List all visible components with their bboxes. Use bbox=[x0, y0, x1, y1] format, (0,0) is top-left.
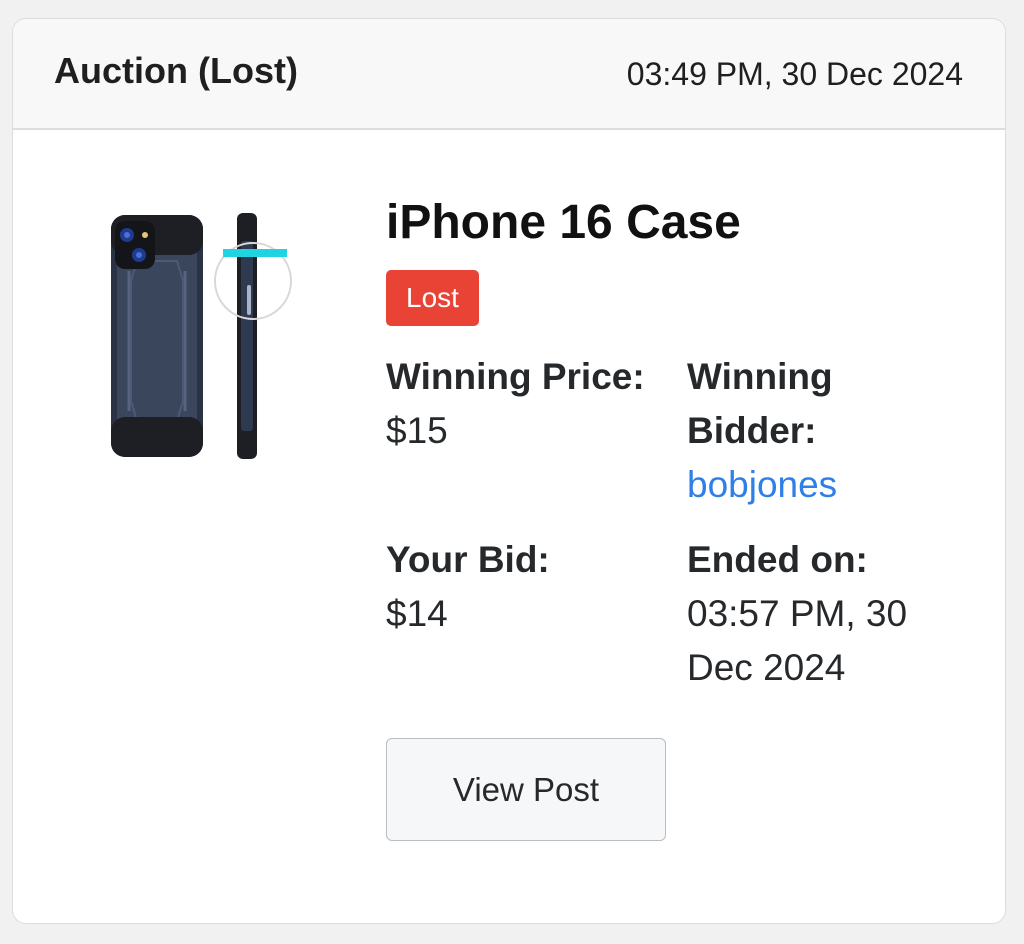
your-bid-field: Your Bid: $14 bbox=[386, 533, 656, 641]
item-title: iPhone 16 Case bbox=[386, 196, 741, 249]
winning-bidder-label: Winning Bidder: bbox=[687, 356, 833, 451]
winning-bidder-field: Winning Bidder: bobjones bbox=[687, 350, 957, 512]
ended-on-value: 03:57 PM, 30 Dec 2024 bbox=[687, 593, 908, 688]
winning-price-label: Winning Price: bbox=[386, 356, 645, 397]
status-badge: Lost bbox=[386, 270, 479, 326]
auction-status-title: Auction (Lost) bbox=[54, 50, 298, 91]
phone-case-image bbox=[111, 213, 292, 459]
winning-price-value: $15 bbox=[386, 410, 448, 451]
your-bid-label: Your Bid: bbox=[386, 539, 550, 580]
auction-card: Auction (Lost) 03:49 PM, 30 Dec 2024 iPh… bbox=[12, 18, 1006, 924]
ended-on-label: Ended on: bbox=[687, 539, 868, 580]
auction-timestamp: 03:49 PM, 30 Dec 2024 bbox=[626, 56, 963, 92]
winning-price-field: Winning Price: $15 bbox=[386, 350, 656, 458]
winning-bidder-link[interactable]: bobjones bbox=[687, 458, 957, 512]
your-bid-value: $14 bbox=[386, 593, 448, 634]
view-post-button[interactable]: View Post bbox=[386, 738, 666, 841]
card-header: Auction (Lost) 03:49 PM, 30 Dec 2024 bbox=[13, 19, 1005, 130]
ended-on-field: Ended on: 03:57 PM, 30 Dec 2024 bbox=[687, 533, 957, 695]
